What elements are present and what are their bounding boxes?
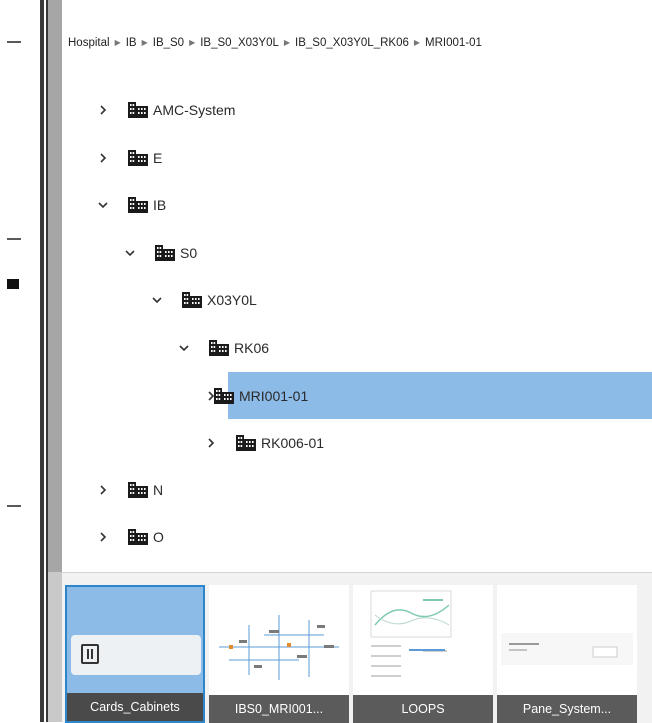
chevron-down-icon[interactable] (123, 249, 137, 257)
breadcrumb-item-ib[interactable]: IB (126, 37, 137, 49)
breadcrumb-item-mri001-01[interactable]: MRI001-01 (425, 37, 482, 49)
thumbnail-ibs0-mri001[interactable]: IBS0_MRI001... (209, 585, 349, 723)
thumbnail-caption: Cards_Cabinets (67, 693, 203, 721)
ruler-tick (7, 41, 21, 43)
breadcrumb-item-ib-s0[interactable]: IB_S0 (153, 37, 184, 49)
chevron-right-icon[interactable] (96, 485, 110, 495)
chevron-right-icon[interactable] (204, 438, 218, 448)
breadcrumb-separator-icon: ▶ (283, 38, 291, 47)
thumbnail-preview (219, 615, 339, 680)
breadcrumb: Hospital ▶ IB ▶ IB_S0 ▶ IB_S0_X03Y0L ▶ IB_S0_X03… (68, 37, 482, 55)
tree-node-label: O (153, 529, 164, 545)
tree-node-label: N (153, 482, 164, 498)
building-icon (236, 435, 256, 451)
tree-node-rk06[interactable]: RK06 (177, 331, 652, 365)
view-thumbnails-strip: Cards_Cabinets IBS0_MRI001... LOOPS Pane… (62, 572, 652, 723)
thumbnail-caption: LOOPS (353, 695, 493, 723)
chevron-down-icon[interactable] (177, 344, 191, 352)
breadcrumb-separator-icon: ▶ (189, 38, 196, 47)
ruler-marker[interactable] (7, 279, 19, 289)
navigation-panel: Hospital ▶ IB ▶ IB_S0 ▶ IB_S0_X03Y0L ▶ IB_S0_X03… (62, 0, 652, 723)
thumbnail-preview (501, 633, 633, 665)
chevron-down-icon[interactable] (96, 201, 110, 209)
breadcrumb-separator-icon: ▶ (413, 38, 421, 47)
tree-node-label: IB (153, 197, 167, 213)
tree-node-label: AMC-System (153, 102, 236, 118)
building-icon (128, 482, 148, 498)
chevron-right-icon[interactable] (96, 153, 110, 163)
thumbnail-caption: Pane_System... (497, 695, 637, 723)
building-icon (128, 529, 148, 545)
thumbnail-pane-system[interactable]: Pane_System... (497, 585, 637, 723)
tree-node-label: RK006-01 (261, 435, 325, 451)
chevron-right-icon[interactable] (96, 532, 110, 542)
breadcrumb-item-x03y0l[interactable]: IB_S0_X03Y0L (200, 37, 279, 49)
tree-node-label: S0 (180, 245, 198, 261)
breadcrumb-item-rk06[interactable]: IB_S0_X03Y0L_RK06 (295, 37, 409, 49)
building-icon (128, 102, 148, 118)
tree-node-label: RK06 (234, 340, 270, 356)
pause-icon (81, 644, 99, 664)
thumbnail-cards-cabinets[interactable]: Cards_Cabinets (65, 585, 205, 723)
tree-node-x03y0l[interactable]: X03Y0L (150, 283, 652, 317)
chevron-down-icon[interactable] (150, 296, 164, 304)
tree-node-o[interactable]: O (96, 520, 652, 554)
building-icon (128, 197, 148, 213)
tree-node-e[interactable]: E (96, 141, 652, 175)
tree-node-label: X03Y0L (207, 292, 257, 308)
tree-node-ib[interactable]: IB (96, 188, 652, 222)
building-icon (214, 387, 234, 404)
tree-node-amc-system[interactable]: AMC-System (96, 93, 652, 127)
breadcrumb-separator-icon: ▶ (114, 38, 121, 47)
ruler-tick (7, 505, 21, 507)
tree-node-mri001-01[interactable]: MRI001-01 (208, 372, 652, 419)
tree-node-label: MRI001-01 (239, 387, 309, 404)
chevron-right-icon[interactable] (96, 105, 110, 115)
building-icon (182, 292, 202, 308)
tree-node-label: E (153, 150, 163, 166)
thumbnail-preview (370, 590, 452, 677)
thumbnail-caption: IBS0_MRI001... (209, 695, 349, 723)
breadcrumb-item-hospital[interactable]: Hospital (68, 37, 110, 49)
tree-node-rk006-01[interactable]: RK006-01 (204, 426, 652, 460)
building-icon (209, 340, 229, 356)
tree-node-n[interactable]: N (96, 473, 652, 507)
breadcrumb-separator-icon: ▶ (141, 38, 148, 47)
building-icon (155, 245, 175, 261)
thumbnail-preview (71, 635, 201, 675)
splitter-handle-lower (48, 572, 62, 722)
building-icon (128, 150, 148, 166)
left-ruler (0, 0, 40, 722)
ruler-tick (7, 238, 21, 240)
thumbnail-loops[interactable]: LOOPS (353, 585, 493, 723)
tree-node-s0[interactable]: S0 (123, 236, 652, 270)
